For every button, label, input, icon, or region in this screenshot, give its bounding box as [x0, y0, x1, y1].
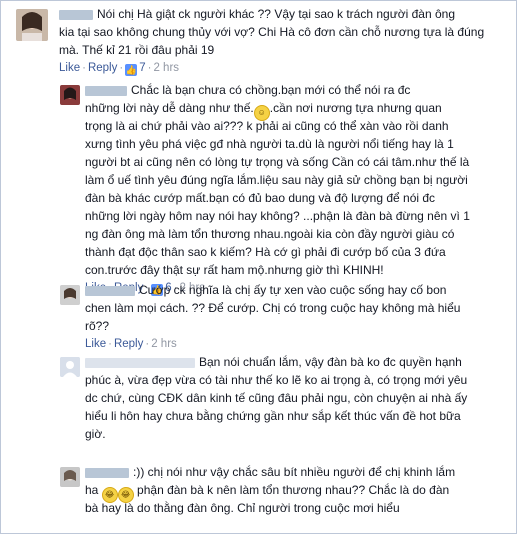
- comment-text-line: xưng tình yêu phá việc gđ nhà người ta.d…: [85, 137, 454, 151]
- comment-text-line: trọng là ai chứ phải vào ai??? k phải ai…: [85, 119, 449, 133]
- like-link[interactable]: Like: [85, 338, 106, 350]
- like-link[interactable]: Like: [59, 62, 80, 74]
- reply-link[interactable]: Reply: [114, 338, 143, 350]
- commenter-name[interactable]: [85, 285, 135, 296]
- comment-text-line: giờ.: [85, 427, 106, 441]
- comment-text-line: những lời ngày hôm nay nói hay không? ..…: [85, 209, 470, 223]
- avatar[interactable]: [16, 9, 48, 41]
- comment-text-line: hiểu li hôn hay chưa bằng chứng gần như …: [85, 409, 461, 423]
- commenter-name[interactable]: [85, 357, 195, 368]
- comment-text-line: Chắc là bạn chưa có chồng.bạn mới có thể…: [131, 83, 411, 97]
- comment-text-line: làm ổ uế tình yêu đúng ngĩa lắm.liệu sau…: [85, 173, 468, 187]
- comment-text-line: con.trước đây thật sự rất ham mộ.nhưng g…: [85, 263, 384, 277]
- comment-text-line: Bạn nói chuẩn lắm, vậy đàn bà ko đc quyề…: [199, 355, 462, 369]
- comment-1: Nói chị Hà giật ck người khác ?? Vậy tại…: [1, 1, 516, 81]
- comment-text-line: Nói chị Hà giật ck người khác ?? Vậy tại…: [97, 7, 455, 21]
- comment-text-line: dc chứ, cùng CĐK dân kinh tế cũng đâu ph…: [85, 391, 468, 405]
- commenter-name[interactable]: [59, 9, 93, 20]
- reply-comment-4: :)) chị nói như vậy chắc sâu bít nhiều n…: [1, 461, 516, 533]
- commenter-name[interactable]: [85, 467, 129, 478]
- comment-text-line: những lời này dễ dàng như thế.: [85, 101, 254, 115]
- comment-actions: Like · Reply · 2 hrs: [85, 338, 177, 350]
- comment-text-line: phận đàn bà k nên làm tổn thương nhau?? …: [137, 483, 450, 497]
- comment-text-line: phúc à, vừa đẹp vừa có tài như thế ko lẽ…: [85, 373, 468, 387]
- comment-text-line: bà hay là do thằng đàn ông. Chỉ người tr…: [85, 501, 400, 515]
- comment-thread: Nói chị Hà giật ck người khác ?? Vậy tại…: [0, 0, 517, 534]
- reply-comment-3: Bạn nói chuẩn lắm, vậy đàn bà ko đc quyề…: [1, 353, 516, 463]
- comment-text-line: rõ??: [85, 319, 110, 333]
- thumbs-up-icon: 👍: [125, 64, 138, 76]
- comment-text-line: .cần nơi nương tựa nhưng quan: [269, 101, 442, 115]
- avatar[interactable]: [60, 467, 80, 487]
- comment-text-line: người bt ai cũng nên có lòng tự trọng và…: [85, 155, 470, 169]
- avatar[interactable]: [60, 85, 80, 105]
- comment-text-line: :)) chị nói như vậy chắc sâu bít nhiều n…: [133, 465, 456, 479]
- comment-text-line: chen làm mọi cách. ?? Để cướp. Chị có tr…: [85, 301, 461, 315]
- avatar[interactable]: [60, 357, 80, 377]
- comment-text-line: kia tại sao không chung thủy với vợ? Chi…: [59, 25, 485, 39]
- comment-text-line: mà. Thế kỉ 21 rồi đâu phải 19: [59, 43, 215, 57]
- reply-comment-1: Chắc là bạn chưa có chồng.bạn mới có thể…: [1, 79, 516, 296]
- commenter-name[interactable]: [85, 85, 127, 96]
- comment-text-line: đàn bà khác cướp mất.bạn có đủ bao dung …: [85, 191, 436, 205]
- avatar[interactable]: [60, 285, 80, 305]
- timestamp[interactable]: 2 hrs: [151, 338, 177, 350]
- comment-actions: Like · Reply · 👍 7 · 2 hrs: [59, 62, 180, 76]
- comment-text-line: thành đạt độc thân sao k kiếm? Hà cớ gì …: [85, 245, 446, 259]
- reply-link[interactable]: Reply: [88, 62, 117, 74]
- like-count[interactable]: 7: [139, 62, 145, 74]
- reply-comment-2: Cướp ck nghĩa là chị ấy tự xen vào cuộc …: [1, 281, 516, 350]
- timestamp[interactable]: 2 hrs: [153, 62, 179, 74]
- comment-text-line: ng đàn ông mà làm tổn thương nhau.ngoài …: [85, 227, 455, 241]
- comment-text-line: Cướp ck nghĩa là chị ấy tự xen vào cuộc …: [139, 283, 447, 297]
- comment-text-line: ha: [85, 483, 99, 497]
